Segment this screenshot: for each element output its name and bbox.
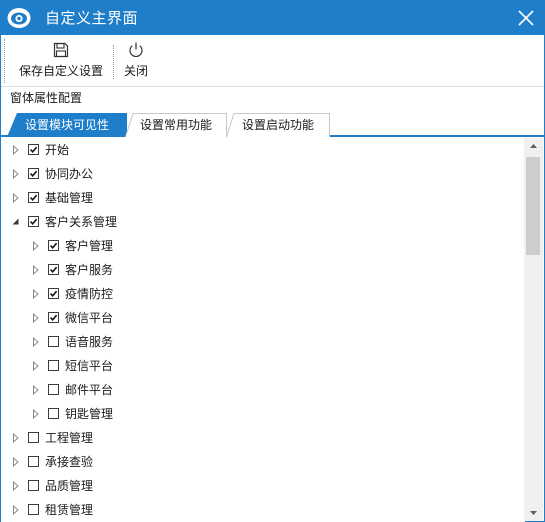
tree-node[interactable]: 微信平台	[1, 306, 521, 330]
tree-node-label: 客户管理	[65, 239, 114, 253]
toolbar-separator	[113, 45, 114, 79]
customize-main-window: 自定义主界面 保存自定义设置 关闭 窗体属性配置 设置模块可见性 设置常用功能 …	[0, 0, 545, 522]
tree-node[interactable]: 语音服务	[1, 330, 521, 354]
module-tree: 开始协同办公基础管理客户关系管理客户管理客户服务疫情防控微信平台语音服务短信平台…	[1, 138, 525, 522]
tree-node[interactable]: 客户服务	[1, 258, 521, 282]
unchecked-checkbox[interactable]	[28, 504, 39, 515]
toolbar-grip	[4, 39, 5, 83]
collapsed-triangle-icon[interactable]	[31, 384, 41, 396]
close-icon[interactable]	[512, 4, 540, 32]
collapsed-triangle-icon[interactable]	[11, 192, 21, 204]
toolbar: 保存自定义设置 关闭	[1, 35, 544, 87]
scroll-up-arrow-icon[interactable]	[524, 138, 543, 155]
collapsed-triangle-icon[interactable]	[11, 432, 21, 444]
tree-node-label: 品质管理	[45, 479, 94, 493]
checked-checkbox[interactable]	[48, 312, 59, 323]
tree-node-label: 承接查验	[45, 455, 94, 469]
expanded-triangle-icon[interactable]	[11, 216, 21, 228]
unchecked-checkbox[interactable]	[48, 384, 59, 395]
collapsed-triangle-icon[interactable]	[31, 240, 41, 252]
collapsed-triangle-icon[interactable]	[11, 504, 21, 516]
tree-node-label: 疫情防控	[65, 287, 114, 301]
unchecked-checkbox[interactable]	[28, 456, 39, 467]
tree-node[interactable]: 品质管理	[1, 474, 521, 498]
collapsed-triangle-icon[interactable]	[11, 144, 21, 156]
unchecked-checkbox[interactable]	[28, 432, 39, 443]
tree-node-label: 协同办公	[45, 167, 94, 181]
close-label: 关闭	[123, 64, 148, 78]
tree-node-label: 工程管理	[45, 431, 94, 445]
tree-node[interactable]: 钥匙管理	[1, 402, 521, 426]
checked-checkbox[interactable]	[28, 192, 39, 203]
tree-node-label: 邮件平台	[65, 383, 114, 397]
window-title: 自定义主界面	[45, 9, 139, 27]
tree-node[interactable]: 客户管理	[1, 234, 521, 258]
tab-module-visibility-label: 设置模块可见性	[24, 118, 109, 132]
tab-startup-functions[interactable]: 设置启动功能	[226, 113, 330, 137]
tree-node[interactable]: 协同办公	[1, 162, 521, 186]
collapsed-triangle-icon[interactable]	[11, 480, 21, 492]
scroll-down-arrow-icon[interactable]	[524, 504, 543, 521]
tree-node[interactable]: 开始	[1, 138, 521, 162]
unchecked-checkbox[interactable]	[48, 408, 59, 419]
tab-common-functions[interactable]: 设置常用功能	[125, 113, 227, 137]
collapsed-triangle-icon[interactable]	[31, 264, 41, 276]
tab-startup-functions-label: 设置启动功能	[241, 118, 314, 132]
unchecked-checkbox[interactable]	[28, 480, 39, 491]
close-button[interactable]: 关闭	[117, 39, 155, 83]
tree-node[interactable]: 疫情防控	[1, 282, 521, 306]
checked-checkbox[interactable]	[48, 264, 59, 275]
checked-checkbox[interactable]	[48, 240, 59, 251]
vertical-scrollbar[interactable]	[524, 138, 543, 521]
collapsed-triangle-icon[interactable]	[31, 360, 41, 372]
save-custom-settings-label: 保存自定义设置	[18, 64, 103, 78]
tree-node-label: 租赁管理	[45, 503, 94, 517]
tree-node-label: 语音服务	[65, 335, 114, 349]
title-bar: 自定义主界面	[1, 1, 544, 35]
collapsed-triangle-icon[interactable]	[11, 168, 21, 180]
checked-checkbox[interactable]	[28, 168, 39, 179]
form-properties-config-label: 窗体属性配置	[10, 91, 83, 105]
tree-node-label: 微信平台	[65, 311, 114, 325]
power-icon	[127, 41, 145, 59]
tree-node-label: 基础管理	[45, 191, 94, 205]
unchecked-checkbox[interactable]	[48, 336, 59, 347]
tree-node-label: 客户关系管理	[45, 215, 118, 229]
checked-checkbox[interactable]	[28, 144, 39, 155]
tree-node-label: 钥匙管理	[65, 407, 114, 421]
tree-node[interactable]: 承接查验	[1, 450, 521, 474]
tab-common-functions-label: 设置常用功能	[139, 118, 212, 132]
collapsed-triangle-icon[interactable]	[31, 408, 41, 420]
tree-node-label: 短信平台	[65, 359, 114, 373]
tree-node[interactable]: 邮件平台	[1, 378, 521, 402]
checked-checkbox[interactable]	[28, 216, 39, 227]
checked-checkbox[interactable]	[48, 288, 59, 299]
collapsed-triangle-icon[interactable]	[11, 456, 21, 468]
tree-node-label: 开始	[45, 143, 70, 157]
collapsed-triangle-icon[interactable]	[31, 288, 41, 300]
tree-node[interactable]: 基础管理	[1, 186, 521, 210]
tree-node-label: 客户服务	[65, 263, 114, 277]
floppy-disk-icon	[52, 41, 70, 59]
collapsed-triangle-icon[interactable]	[31, 312, 41, 324]
tab-module-visibility[interactable]: 设置模块可见性	[7, 113, 127, 137]
tree-node[interactable]: 客户关系管理	[1, 210, 521, 234]
app-eye-logo-icon	[7, 6, 31, 30]
tab-strip: 设置模块可见性 设置常用功能 设置启动功能	[1, 111, 544, 137]
tree-node[interactable]: 租赁管理	[1, 498, 521, 522]
save-custom-settings-button[interactable]: 保存自定义设置	[11, 39, 111, 83]
unchecked-checkbox[interactable]	[48, 360, 59, 371]
scrollbar-thumb[interactable]	[526, 157, 540, 255]
tree-node[interactable]: 短信平台	[1, 354, 521, 378]
collapsed-triangle-icon[interactable]	[31, 336, 41, 348]
tree-node[interactable]: 工程管理	[1, 426, 521, 450]
